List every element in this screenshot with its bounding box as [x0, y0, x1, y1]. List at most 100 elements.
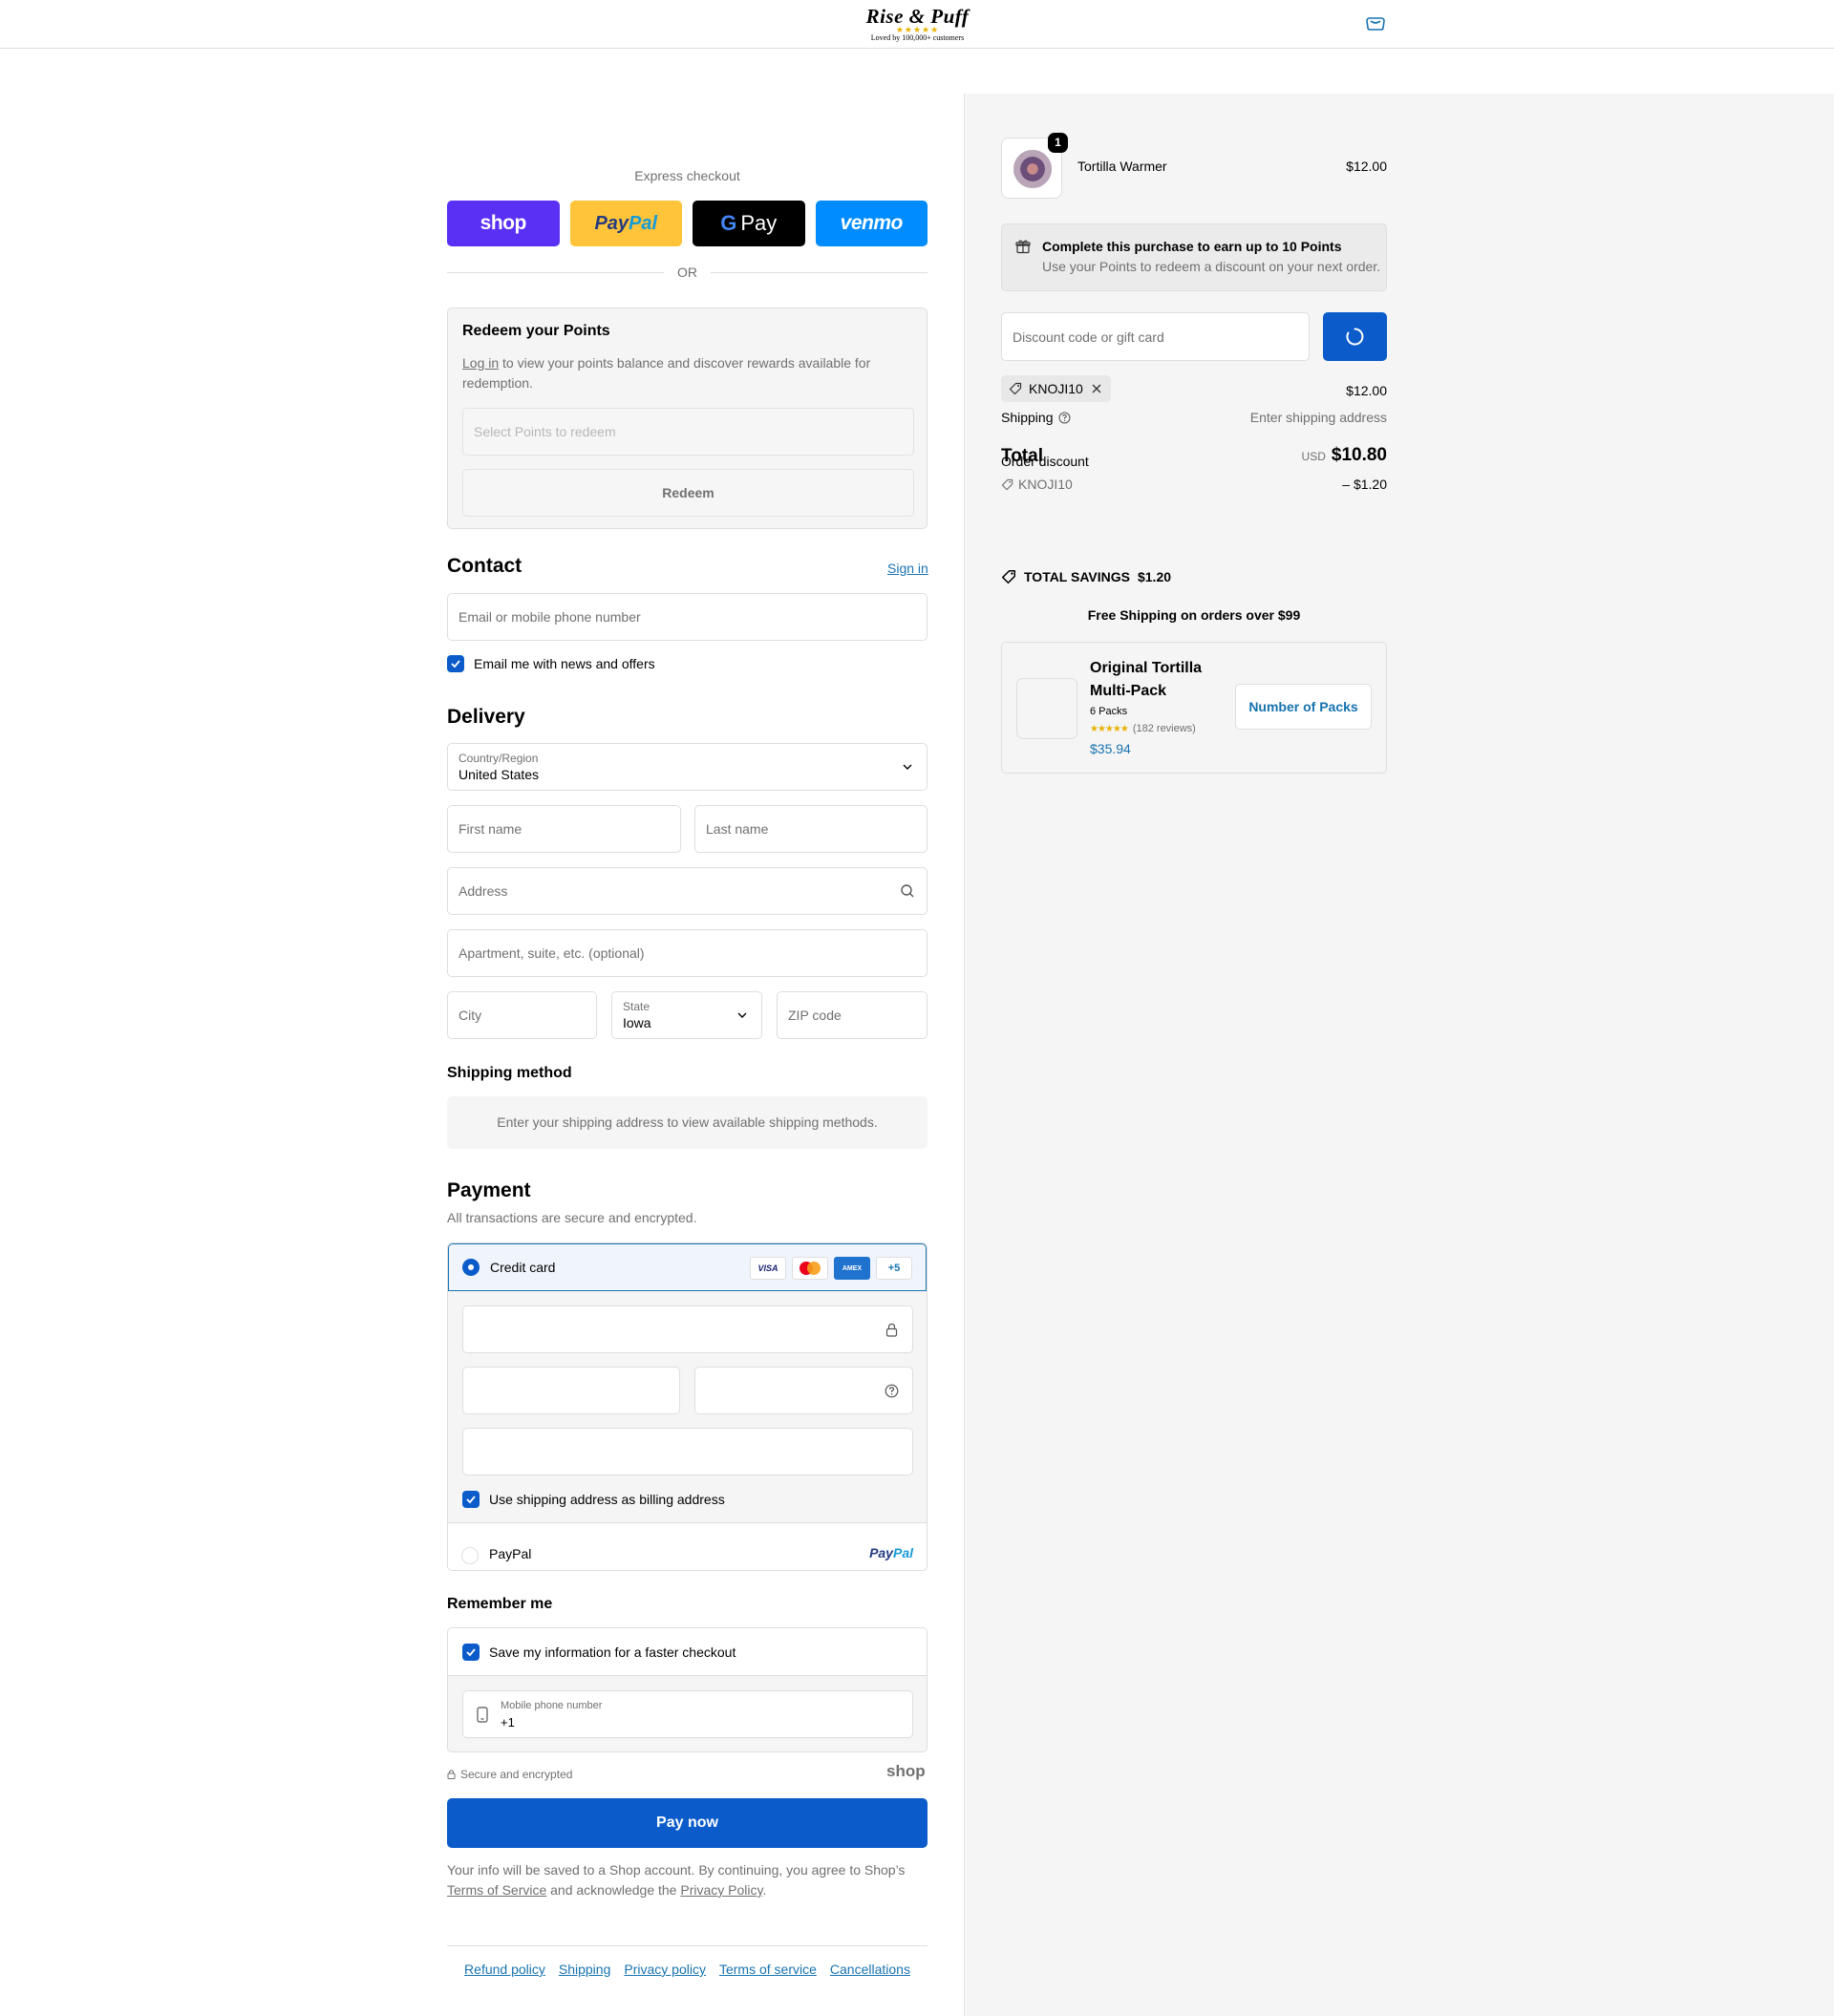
credit-card-radio[interactable]	[462, 1259, 480, 1276]
email-field[interactable]: Email or mobile phone number	[447, 593, 928, 641]
first-name-field[interactable]: First name	[447, 805, 681, 853]
logo-title: Rise & Puff	[865, 5, 970, 28]
zip-field[interactable]: ZIP code	[777, 991, 928, 1039]
or-divider: OR	[447, 265, 928, 280]
pay-now-button[interactable]: Pay now	[447, 1798, 928, 1848]
amex-icon: AMEX	[834, 1257, 870, 1280]
total-value: $10.80	[1331, 445, 1387, 465]
paypal-logo-a: Pay	[869, 1545, 893, 1560]
remember-me-form: Mobile phone number +1	[448, 1676, 927, 1751]
save-info-checkbox-row[interactable]: Save my information for a faster checkou…	[462, 1644, 736, 1661]
apply-discount-button[interactable]	[1323, 312, 1387, 361]
discount-code-field[interactable]: Discount code or gift card	[1001, 312, 1310, 361]
news-label: Email me with news and offers	[474, 656, 655, 671]
payment-subtitle: All transactions are secure and encrypte…	[447, 1210, 697, 1225]
divider-line	[447, 271, 664, 273]
state-value: Iowa	[623, 1015, 651, 1030]
help-circle-icon[interactable]	[885, 1384, 899, 1398]
city-placeholder: City	[458, 1008, 482, 1023]
more-cards-badge[interactable]: +5	[876, 1257, 912, 1280]
save-info-checkbox[interactable]	[462, 1644, 480, 1661]
number-of-packs-button[interactable]: Number of Packs	[1235, 684, 1372, 730]
save-info-label: Save my information for a faster checkou…	[489, 1645, 736, 1660]
address-placeholder: Address	[458, 883, 508, 899]
earn-points-box: Complete this purchase to earn up to 10 …	[1001, 223, 1387, 291]
redeem-button[interactable]: Redeem	[462, 469, 914, 517]
applied-discount-code: KNOJI10	[1001, 477, 1073, 492]
last-name-field[interactable]: Last name	[694, 805, 928, 853]
points-select[interactable]: Select Points to redeem	[462, 408, 914, 456]
legal-text-3: .	[762, 1882, 767, 1898]
quantity-badge: 1	[1048, 133, 1068, 153]
remember-me-title: Remember me	[447, 1596, 553, 1612]
billing-checkbox-row[interactable]: Use shipping address as billing address	[462, 1491, 725, 1508]
login-link[interactable]: Log in	[462, 355, 499, 371]
first-name-placeholder: First name	[458, 821, 522, 837]
legal-text-1: Your info will be saved to a Shop accoun…	[447, 1862, 906, 1878]
apartment-placeholder: Apartment, suite, etc. (optional)	[458, 945, 645, 961]
product-price: $12.00	[1346, 159, 1387, 174]
terms-of-service-footer-link[interactable]: Terms of service	[719, 1962, 817, 1977]
close-icon[interactable]	[1090, 382, 1103, 395]
paypal-option-label[interactable]: PayPal	[489, 1546, 531, 1561]
city-field[interactable]: City	[447, 991, 597, 1039]
cancellations-link[interactable]: Cancellations	[830, 1962, 910, 1977]
venmo-label: venmo	[840, 212, 904, 234]
tortilla-warmer-image	[1013, 150, 1052, 188]
card-number-field[interactable]	[462, 1305, 913, 1353]
refund-policy-link[interactable]: Refund policy	[464, 1962, 545, 1977]
total-savings: TOTAL SAVINGS $1.20	[1001, 569, 1171, 584]
paypal-button[interactable]: Pay Pal	[569, 201, 682, 246]
total-amount: USD $10.80	[1242, 445, 1387, 466]
earn-points-sub: Use your Points to redeem a discount on …	[1042, 259, 1381, 274]
paypal-logo-b: Pal	[892, 1545, 913, 1560]
state-select[interactable]: State Iowa	[611, 991, 762, 1039]
redeem-points-box: Redeem your Points Log in to view your p…	[447, 308, 928, 529]
country-label: Country/Region	[458, 752, 539, 765]
shop-pay-button[interactable]: shop	[447, 201, 560, 246]
check-icon	[451, 660, 460, 668]
save-info-row[interactable]: Save my information for a faster checkou…	[448, 1628, 927, 1676]
tag-icon	[1001, 478, 1013, 490]
zip-placeholder: ZIP code	[788, 1008, 842, 1023]
billing-checkbox[interactable]	[462, 1491, 480, 1508]
star-rating-icon: ★★★★★	[1090, 723, 1129, 734]
address-field[interactable]: Address	[447, 867, 928, 915]
visa-icon: VISA	[750, 1257, 786, 1280]
legal-text: Your info will be saved to a Shop accoun…	[447, 1860, 928, 1900]
privacy-policy-link[interactable]: Privacy Policy	[680, 1882, 762, 1898]
check-icon	[466, 1496, 476, 1504]
apartment-field[interactable]: Apartment, suite, etc. (optional)	[447, 929, 928, 977]
news-checkbox-row[interactable]: Email me with news and offers	[447, 655, 655, 672]
name-on-card-field[interactable]	[462, 1428, 913, 1475]
upsell-packs: 6 Packs	[1090, 706, 1128, 717]
upsell-reviews: (182 reviews)	[1132, 723, 1196, 734]
mobile-phone-field[interactable]: Mobile phone number +1	[462, 1690, 913, 1738]
venmo-button[interactable]: venmo	[815, 201, 928, 246]
paypal-label-a: Pay	[594, 212, 629, 234]
sign-in-link[interactable]: Sign in	[887, 561, 928, 576]
email-placeholder: Email or mobile phone number	[458, 609, 641, 625]
divider-line	[711, 271, 928, 273]
security-code-field[interactable]	[694, 1367, 913, 1414]
cart-icon[interactable]	[1364, 15, 1387, 32]
upsell-rating: ★★★★★ (182 reviews)	[1090, 723, 1196, 734]
shipping-link[interactable]: Shipping	[559, 1962, 611, 1977]
redeem-points-title: Redeem your Points	[462, 323, 610, 339]
billing-label: Use shipping address as billing address	[489, 1492, 725, 1507]
expiration-date-field[interactable]	[462, 1367, 680, 1414]
terms-of-service-link[interactable]: Terms of Service	[447, 1882, 546, 1898]
help-circle-icon[interactable]	[1058, 412, 1071, 424]
secure-note: Secure and encrypted	[447, 1768, 572, 1781]
news-checkbox[interactable]	[447, 655, 464, 672]
mobile-phone-label: Mobile phone number	[501, 1700, 603, 1711]
privacy-policy-footer-link[interactable]: Privacy policy	[624, 1962, 706, 1977]
store-logo[interactable]: Rise & Puff ★★★★★ Loved by 100,000+ cust…	[848, 6, 987, 42]
state-label: State	[623, 1000, 650, 1013]
credit-card-option[interactable]: Credit card VISA AMEX +5	[448, 1243, 927, 1291]
google-pay-button[interactable]: G Pay	[693, 201, 805, 246]
paypal-radio[interactable]	[461, 1547, 479, 1564]
country-select[interactable]: Country/Region United States	[447, 743, 928, 791]
credit-card-form: Use shipping address as billing address	[448, 1291, 927, 1523]
shipping-row-label: Shipping	[1001, 410, 1071, 425]
